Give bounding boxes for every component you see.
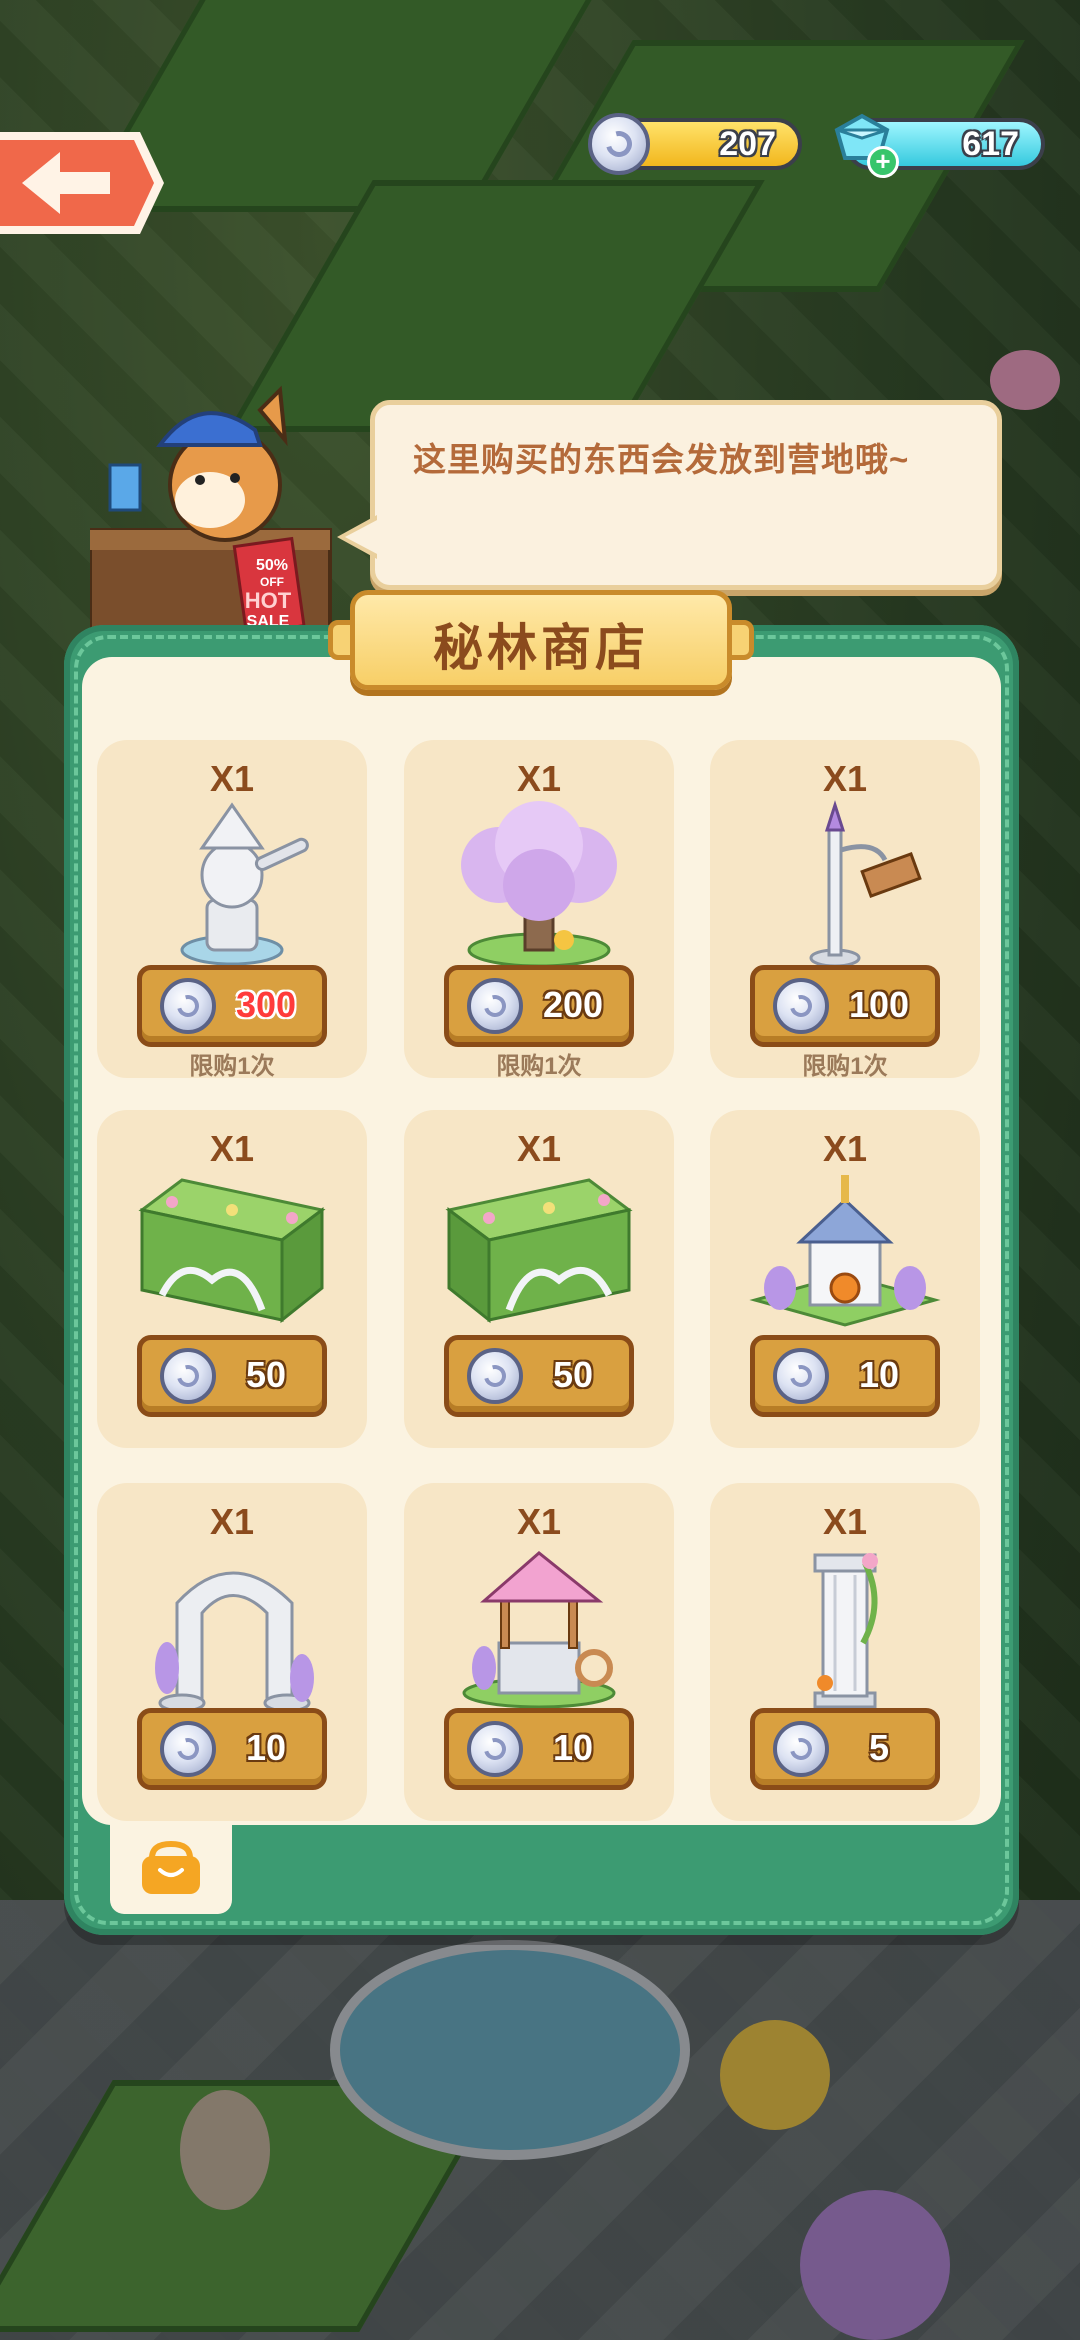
coin-icon — [773, 1721, 829, 1777]
speech-bubble: 这里购买的东西会发放到营地哦~ — [337, 400, 1002, 590]
shop-title-banner: 秘林商店 — [328, 590, 754, 690]
item-price: 10 — [552, 1727, 594, 1768]
shopkeeper-dog: 50% OFF HOT SALE — [90, 385, 332, 630]
item-price: 10 — [858, 1354, 900, 1395]
coin-icon — [467, 1721, 523, 1777]
coin-icon — [467, 978, 523, 1034]
item-quantity: X1 — [822, 1501, 868, 1542]
item-quantity: X1 — [822, 758, 868, 799]
blossom-tree-icon — [461, 801, 617, 968]
coin-icon — [160, 1348, 216, 1404]
shop-item-card[interactable]: X1 5 — [710, 1483, 980, 1821]
bag-icon — [142, 1840, 200, 1894]
coin-icon — [160, 1721, 216, 1777]
gem-balance[interactable]: + 617 — [834, 113, 1045, 178]
buy-button[interactable]: 10 — [750, 1335, 940, 1417]
item-price: 50 — [552, 1354, 594, 1395]
coin-balance: 207 — [588, 113, 802, 175]
gazebo-icon — [749, 1175, 941, 1327]
shop-item-card[interactable]: X1 10 — [710, 1110, 980, 1448]
back-arrow-icon — [0, 132, 164, 234]
shop-title: 秘林商店 — [433, 620, 649, 676]
buy-button[interactable]: 50 — [444, 1335, 634, 1417]
wishing-well-icon — [462, 1551, 616, 1709]
item-price: 100 — [848, 984, 910, 1025]
purchase-limit: 限购1次 — [802, 1053, 888, 1080]
back-button[interactable] — [0, 124, 168, 242]
buy-button[interactable]: 50 — [137, 1335, 327, 1417]
coin-icon — [773, 1348, 829, 1404]
speech-text: 这里购买的东西会发放到营地哦~ — [413, 441, 910, 478]
buy-button[interactable]: 200 — [444, 965, 634, 1047]
item-quantity: X1 — [516, 758, 562, 799]
purchase-limit: 限购1次 — [189, 1053, 275, 1080]
sign-off: OFF — [260, 575, 284, 589]
item-price: 200 — [542, 984, 604, 1025]
statue-icon — [180, 802, 309, 966]
item-price: 50 — [245, 1354, 287, 1395]
bag-tab[interactable] — [110, 1822, 232, 1914]
buy-button[interactable]: 10 — [137, 1708, 327, 1790]
stone-arch-icon — [155, 1571, 314, 1713]
shop-item-card[interactable]: X1 200 限购1次 — [404, 740, 674, 1080]
item-price: 5 — [868, 1727, 890, 1768]
add-gems-plus-icon[interactable]: + — [867, 146, 899, 178]
buy-button[interactable]: 100 — [750, 965, 940, 1047]
coin-amount: 207 — [719, 124, 776, 163]
item-quantity: X1 — [209, 1128, 255, 1169]
shop-item-card[interactable]: X1 300 限购1次 — [97, 740, 367, 1080]
coin-icon — [773, 978, 829, 1034]
pillar-icon — [813, 1553, 878, 1709]
item-quantity: X1 — [209, 1501, 255, 1542]
shop-item-card[interactable]: X1 50 — [404, 1110, 674, 1448]
item-price: 10 — [245, 1727, 287, 1768]
purchase-limit: 限购1次 — [496, 1053, 582, 1080]
signpost-lamp-icon — [809, 800, 922, 968]
coin-icon — [588, 113, 650, 175]
coin-icon — [467, 1348, 523, 1404]
item-quantity: X1 — [516, 1128, 562, 1169]
buy-button[interactable]: 5 — [750, 1708, 940, 1790]
item-quantity: X1 — [822, 1128, 868, 1169]
coin-icon — [160, 978, 216, 1034]
item-quantity: X1 — [516, 1501, 562, 1542]
shop-item-card[interactable]: X1 10 — [404, 1483, 674, 1821]
item-price: 300 — [235, 984, 297, 1025]
item-quantity: X1 — [209, 758, 255, 799]
gem-amount: 617 — [962, 124, 1019, 163]
shop-item-card[interactable]: X1 50 — [97, 1110, 367, 1448]
hedge-fence-right-icon — [445, 1178, 633, 1324]
sign-hot: HOT — [245, 588, 292, 613]
shop-item-card[interactable]: X1 10 — [97, 1483, 367, 1821]
hedge-fence-left-icon — [138, 1178, 326, 1324]
buy-button[interactable]: 10 — [444, 1708, 634, 1790]
buy-button[interactable]: 300 — [137, 965, 327, 1047]
sign-discount: 50% — [256, 557, 288, 574]
shop-item-card[interactable]: X1 100 限购1次 — [710, 740, 980, 1080]
